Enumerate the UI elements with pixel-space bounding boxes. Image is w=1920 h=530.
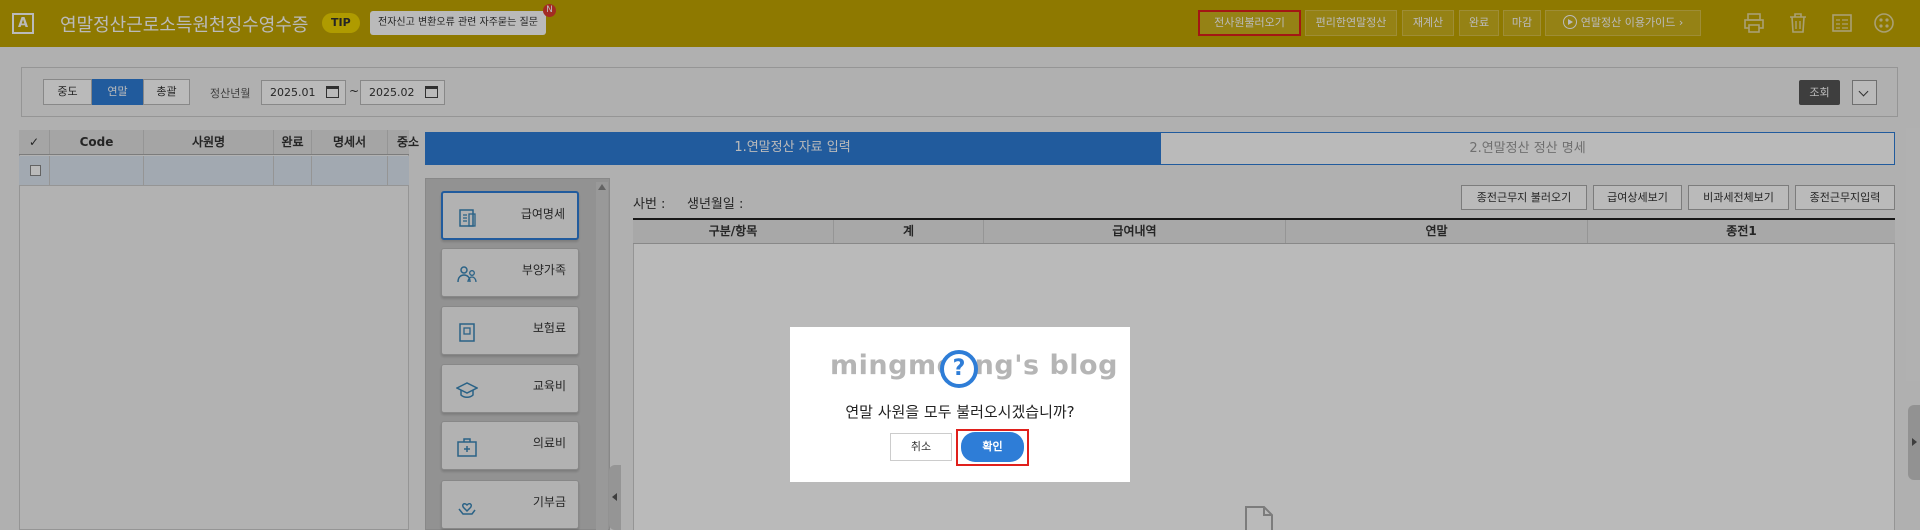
cancel-button[interactable]: 취소 bbox=[890, 433, 952, 461]
confirm-button[interactable]: 확인 bbox=[961, 432, 1024, 462]
question-icon: ? bbox=[940, 350, 978, 388]
dialog-message: 연말 사원을 모두 불러오시겠습니까? bbox=[845, 403, 1075, 421]
